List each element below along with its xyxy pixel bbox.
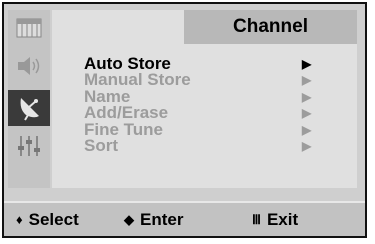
- select-hint-label: Select: [28, 210, 79, 229]
- submenu-arrow-icon: ▶: [302, 89, 312, 104]
- channel-antenna-icon: [20, 98, 39, 121]
- menu-title: Channel: [184, 10, 357, 44]
- sound-menu-tab[interactable]: [8, 48, 50, 84]
- submenu-arrow-icon: ▶: [302, 106, 312, 121]
- sound-icon: [18, 57, 40, 75]
- left-right-arrow-icon: ◆: [124, 212, 134, 227]
- menu-item-fine-tune[interactable]: Fine Tune ▶: [84, 121, 324, 138]
- key-hint-bar: ♦ Select ◆ Enter Ⅲ Exit: [4, 203, 365, 236]
- up-down-arrow-icon: ♦: [16, 212, 23, 227]
- exit-hint-label: Exit: [266, 210, 299, 229]
- menu-item-label: Sort: [84, 135, 118, 155]
- channel-menu-tab[interactable]: [8, 90, 50, 126]
- picture-menu-tab[interactable]: [8, 10, 50, 46]
- menu-key-icon: Ⅲ: [252, 212, 261, 227]
- osd-menu: Channel Auto Store ▶ Manual Store ▶ Name…: [2, 2, 367, 238]
- menu-category-sidebar: [8, 10, 50, 188]
- submenu-arrow-icon: ▶: [302, 57, 312, 71]
- enter-hint: ◆ Enter: [124, 203, 183, 236]
- menu-list: Auto Store ▶ Manual Store ▶ Name ▶ Add/E…: [84, 55, 324, 155]
- submenu-arrow-icon: ▶: [302, 122, 312, 137]
- picture-icon: [16, 18, 42, 38]
- exit-hint: Ⅲ Exit: [252, 203, 298, 236]
- setup-menu-tab[interactable]: [8, 128, 50, 164]
- enter-hint-label: Enter: [140, 210, 184, 229]
- setup-sliders-icon: [18, 136, 40, 156]
- submenu-arrow-icon: ▶: [302, 73, 312, 88]
- submenu-arrow-icon: ▶: [302, 138, 312, 153]
- menu-item-sort[interactable]: Sort ▶: [84, 135, 324, 155]
- select-hint: ♦ Select: [16, 203, 79, 236]
